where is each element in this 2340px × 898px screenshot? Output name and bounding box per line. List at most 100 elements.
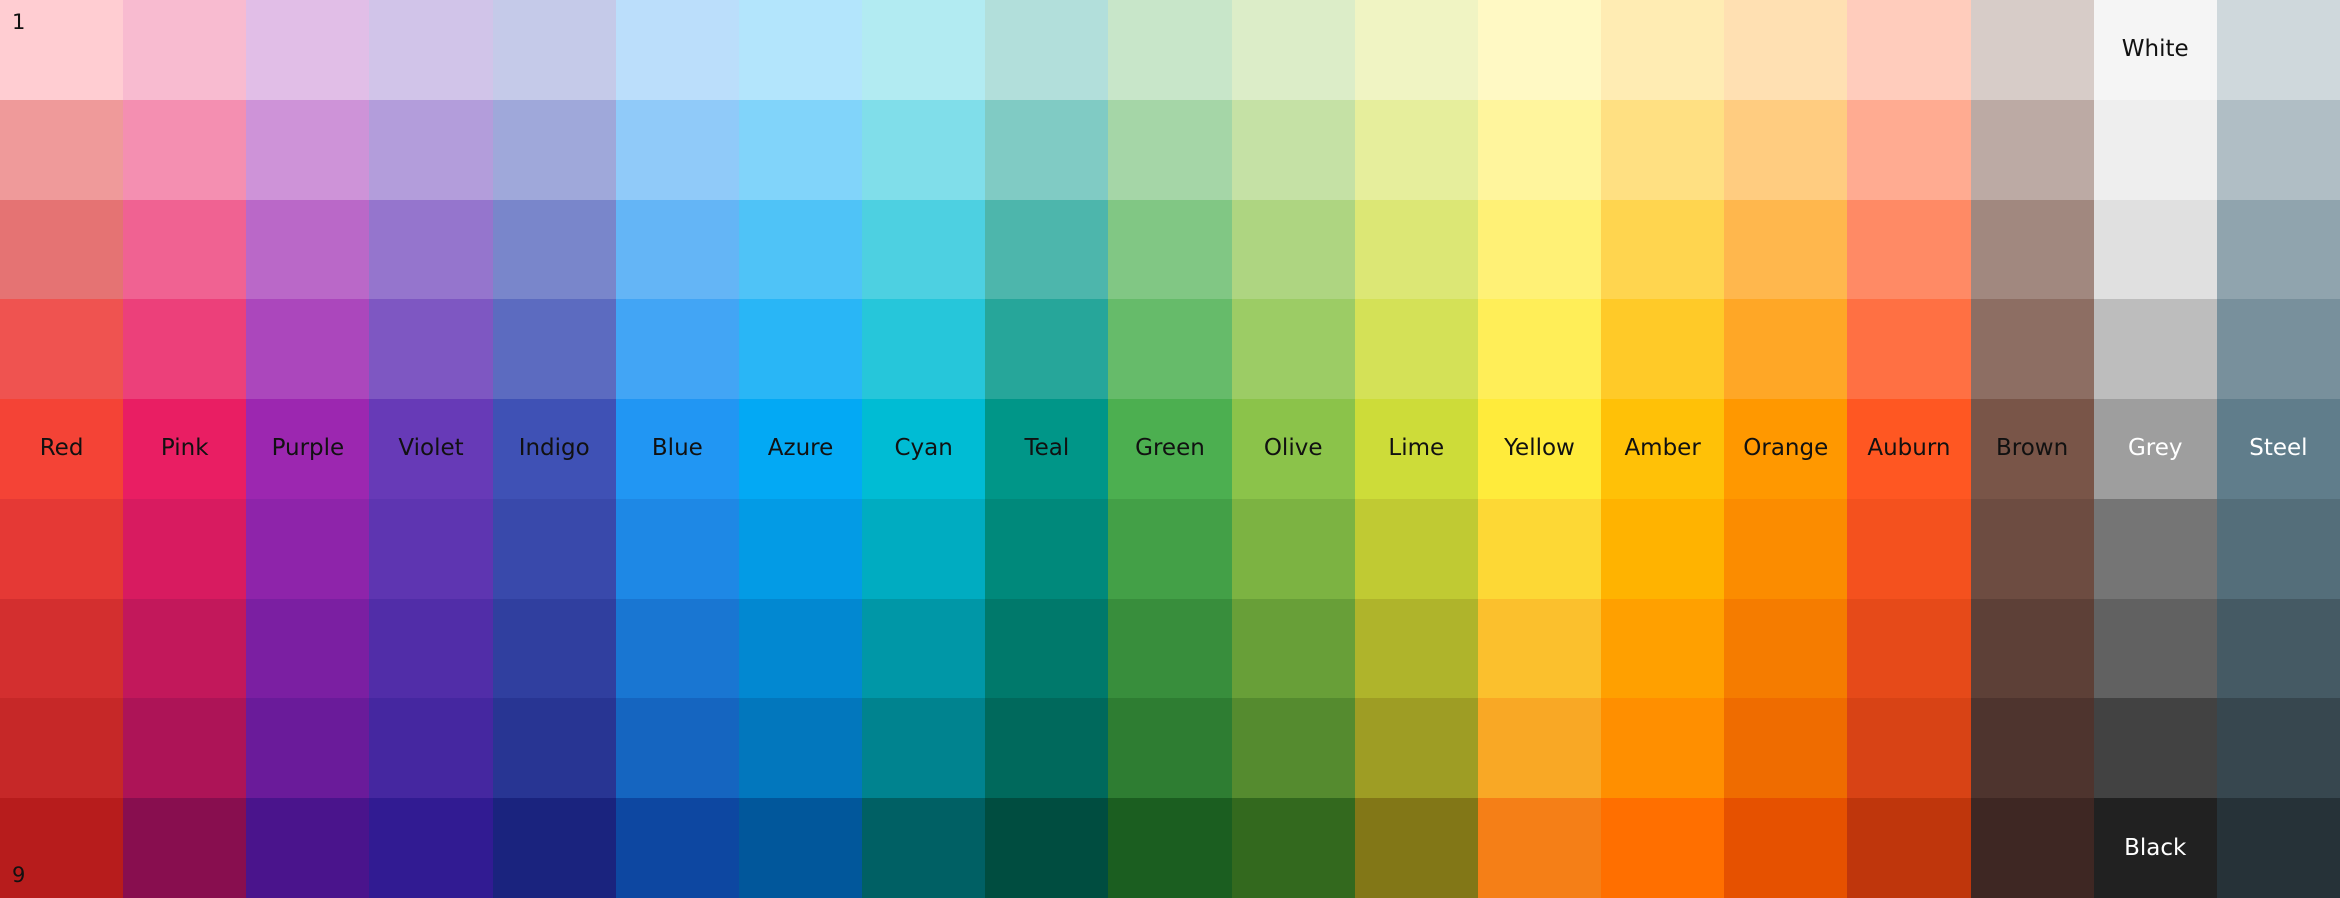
swatch-teal-2[interactable] [985, 99, 1109, 200]
swatch-blue-2[interactable] [615, 99, 739, 200]
swatch-olive-9[interactable] [1231, 798, 1355, 898]
swatch-orange-6[interactable] [1724, 498, 1848, 599]
swatch-brown-2[interactable] [1970, 99, 2094, 200]
swatch-green-8[interactable] [1108, 698, 1232, 799]
swatch-brown-1[interactable] [1970, 0, 2094, 100]
swatch-azure-2[interactable] [738, 99, 863, 200]
swatch-cyan-3[interactable] [862, 199, 986, 300]
swatch-brown-7[interactable] [1970, 598, 2094, 699]
swatch-violet-3[interactable] [369, 199, 493, 300]
swatch-olive-7[interactable] [1231, 598, 1355, 699]
swatch-teal-5[interactable]: Teal [985, 399, 1109, 499]
swatch-pink-6[interactable] [123, 498, 247, 599]
swatch-violet-6[interactable] [369, 498, 493, 599]
swatch-indigo-4[interactable] [492, 299, 616, 400]
swatch-violet-2[interactable] [369, 99, 493, 200]
swatch-cyan-6[interactable] [862, 498, 986, 599]
swatch-pink-4[interactable] [123, 299, 247, 400]
swatch-blue-3[interactable] [615, 199, 739, 300]
swatch-red-2[interactable] [0, 99, 124, 200]
swatch-lime-1[interactable] [1354, 0, 1478, 100]
swatch-azure-8[interactable] [738, 698, 863, 799]
swatch-grey-7[interactable] [2093, 598, 2217, 699]
swatch-green-6[interactable] [1108, 498, 1232, 599]
swatch-yellow-1[interactable] [1477, 0, 1602, 100]
swatch-violet-1[interactable] [369, 0, 493, 100]
swatch-purple-6[interactable] [246, 498, 370, 599]
swatch-teal-6[interactable] [985, 498, 1109, 599]
swatch-blue-7[interactable] [615, 598, 739, 699]
swatch-grey-4[interactable] [2093, 299, 2217, 400]
swatch-amber-7[interactable] [1601, 598, 1725, 699]
swatch-teal-1[interactable] [985, 0, 1109, 100]
swatch-auburn-7[interactable] [1847, 598, 1971, 699]
swatch-grey-6[interactable] [2093, 498, 2217, 599]
swatch-lime-8[interactable] [1354, 698, 1478, 799]
swatch-orange-4[interactable] [1724, 299, 1848, 400]
swatch-indigo-6[interactable] [492, 498, 616, 599]
swatch-steel-5[interactable]: Steel [2216, 399, 2340, 499]
swatch-violet-4[interactable] [369, 299, 493, 400]
swatch-auburn-1[interactable] [1847, 0, 1971, 100]
swatch-orange-7[interactable] [1724, 598, 1848, 699]
swatch-lime-9[interactable] [1354, 798, 1478, 898]
swatch-purple-8[interactable] [246, 698, 370, 799]
swatch-cyan-2[interactable] [862, 99, 986, 200]
swatch-amber-4[interactable] [1601, 299, 1725, 400]
swatch-auburn-3[interactable] [1847, 199, 1971, 300]
swatch-brown-4[interactable] [1970, 299, 2094, 400]
swatch-lime-4[interactable] [1354, 299, 1478, 400]
swatch-blue-6[interactable] [615, 498, 739, 599]
swatch-indigo-5[interactable]: Indigo [492, 399, 616, 499]
swatch-azure-9[interactable] [738, 798, 863, 898]
swatch-auburn-9[interactable] [1847, 798, 1971, 898]
swatch-orange-2[interactable] [1724, 99, 1848, 200]
swatch-pink-7[interactable] [123, 598, 247, 699]
swatch-teal-3[interactable] [985, 199, 1109, 300]
swatch-amber-2[interactable] [1601, 99, 1725, 200]
swatch-yellow-8[interactable] [1477, 698, 1602, 799]
swatch-grey-1[interactable]: White [2093, 0, 2217, 100]
swatch-purple-5[interactable]: Purple [246, 399, 370, 499]
swatch-auburn-5[interactable]: Auburn [1847, 399, 1971, 499]
swatch-steel-4[interactable] [2216, 299, 2340, 400]
swatch-green-4[interactable] [1108, 299, 1232, 400]
swatch-orange-3[interactable] [1724, 199, 1848, 300]
swatch-grey-3[interactable] [2093, 199, 2217, 300]
swatch-orange-9[interactable] [1724, 798, 1848, 898]
swatch-teal-4[interactable] [985, 299, 1109, 400]
swatch-pink-3[interactable] [123, 199, 247, 300]
swatch-azure-6[interactable] [738, 498, 863, 599]
swatch-amber-3[interactable] [1601, 199, 1725, 300]
swatch-violet-5[interactable]: Violet [369, 399, 493, 499]
swatch-olive-5[interactable]: Olive [1231, 399, 1355, 499]
swatch-purple-3[interactable] [246, 199, 370, 300]
swatch-yellow-7[interactable] [1477, 598, 1602, 699]
swatch-azure-7[interactable] [738, 598, 863, 699]
swatch-red-5[interactable]: Red [0, 399, 124, 499]
swatch-teal-7[interactable] [985, 598, 1109, 699]
swatch-pink-5[interactable]: Pink [123, 399, 247, 499]
swatch-azure-5[interactable]: Azure [738, 399, 863, 499]
swatch-pink-2[interactable] [123, 99, 247, 200]
swatch-violet-9[interactable] [369, 798, 493, 898]
swatch-red-6[interactable] [0, 498, 124, 599]
swatch-blue-4[interactable] [615, 299, 739, 400]
swatch-auburn-8[interactable] [1847, 698, 1971, 799]
swatch-yellow-3[interactable] [1477, 199, 1602, 300]
swatch-red-4[interactable] [0, 299, 124, 400]
swatch-purple-1[interactable] [246, 0, 370, 100]
swatch-teal-9[interactable] [985, 798, 1109, 898]
swatch-olive-2[interactable] [1231, 99, 1355, 200]
swatch-yellow-5[interactable]: Yellow [1477, 399, 1602, 499]
swatch-grey-8[interactable] [2093, 698, 2217, 799]
swatch-olive-4[interactable] [1231, 299, 1355, 400]
swatch-azure-1[interactable] [738, 0, 863, 100]
swatch-indigo-9[interactable] [492, 798, 616, 898]
swatch-lime-7[interactable] [1354, 598, 1478, 699]
swatch-orange-5[interactable]: Orange [1724, 399, 1848, 499]
swatch-pink-1[interactable] [123, 0, 247, 100]
swatch-violet-8[interactable] [369, 698, 493, 799]
swatch-amber-6[interactable] [1601, 498, 1725, 599]
swatch-purple-2[interactable] [246, 99, 370, 200]
